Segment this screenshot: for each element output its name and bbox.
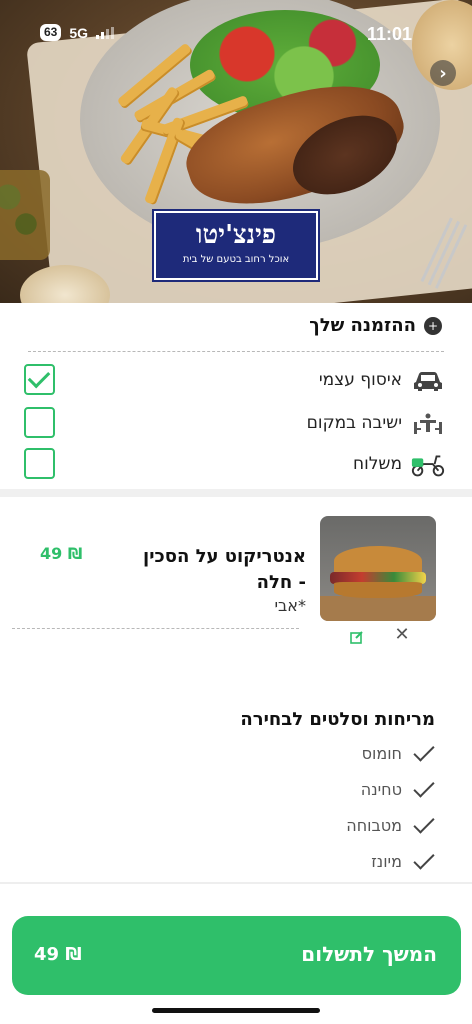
order-section-header: + ההזמנה שלך — [309, 315, 442, 336]
home-indicator[interactable] — [152, 1008, 320, 1013]
logo-subtitle: אוכל רחוב בטעם של בית — [182, 254, 290, 265]
pickup-label: איסוף עצמי — [318, 370, 402, 390]
extra-label: טחינה — [360, 779, 402, 799]
extras-title: מריחות וסלטים לבחירה — [240, 709, 435, 730]
status-left: 63 5G — [40, 24, 115, 41]
network-label: 5G — [69, 24, 89, 41]
delivery-checkbox[interactable] — [24, 448, 55, 479]
extra-label: חומוס — [361, 743, 402, 763]
check-icon — [412, 816, 436, 834]
plus-icon: + — [424, 316, 442, 335]
status-time: 11:01 — [366, 24, 412, 44]
checkout-label: המשך לתשלום — [301, 942, 437, 966]
restaurant-logo: פינצ'יטו אוכל רחוב בטעם של בית — [152, 209, 320, 282]
item-name: אנטריקוט על הסכין - חלה — [143, 546, 306, 593]
bottom-divider — [0, 882, 472, 884]
chevron-right-icon: › — [439, 62, 447, 84]
extra-item-hummus[interactable]: חומוס — [362, 740, 436, 766]
check-icon — [412, 852, 436, 870]
logo-title: פינצ'יטו — [195, 220, 277, 250]
order-type-section: + ההזמנה שלך איסוף עצמי ישיבה במקום משלו… — [0, 303, 472, 493]
battery-indicator: 63 — [40, 24, 62, 41]
table-icon — [410, 409, 446, 439]
extra-label: מטבוחה — [346, 815, 402, 835]
order-option-dine-in[interactable]: ישיבה במקום — [0, 407, 472, 441]
dine-in-label: ישיבה במקום — [306, 413, 402, 433]
signal-icon — [96, 26, 115, 39]
section-separator — [0, 489, 472, 497]
pickup-checkbox[interactable] — [24, 364, 55, 395]
close-icon[interactable]: ✕ — [394, 626, 410, 644]
checkout-button[interactable]: המשך לתשלום 49 ₪ — [12, 916, 461, 995]
olives-jar — [0, 170, 50, 260]
check-icon — [27, 365, 51, 389]
back-button[interactable]: › — [430, 60, 456, 86]
scooter-icon — [410, 450, 446, 480]
check-icon — [412, 780, 436, 798]
dine-in-checkbox[interactable] — [24, 407, 55, 438]
item-price: 49 ₪ — [40, 544, 83, 563]
extra-item-tahini[interactable]: טחינה — [361, 776, 436, 802]
order-section-title: ההזמנה שלך — [309, 315, 416, 336]
item-divider — [12, 628, 299, 629]
extra-item-mayo[interactable]: מיונז — [371, 848, 436, 874]
order-option-pickup[interactable]: איסוף עצמי — [0, 364, 472, 398]
check-icon — [412, 744, 436, 762]
delivery-label: משלוח — [353, 454, 402, 474]
checkout-price: 49 ₪ — [34, 944, 82, 965]
status-bar: 63 5G 11:01 — [0, 0, 472, 70]
order-option-delivery[interactable]: משלוח — [0, 448, 472, 482]
extra-item-matbucha[interactable]: מטבוחה — [346, 812, 436, 838]
edit-icon[interactable] — [350, 629, 364, 644]
item-note: *אבי — [274, 596, 306, 615]
item-photo — [320, 516, 436, 621]
section-divider — [28, 351, 444, 352]
car-icon — [410, 366, 446, 396]
extra-label: מיונז — [371, 851, 402, 871]
